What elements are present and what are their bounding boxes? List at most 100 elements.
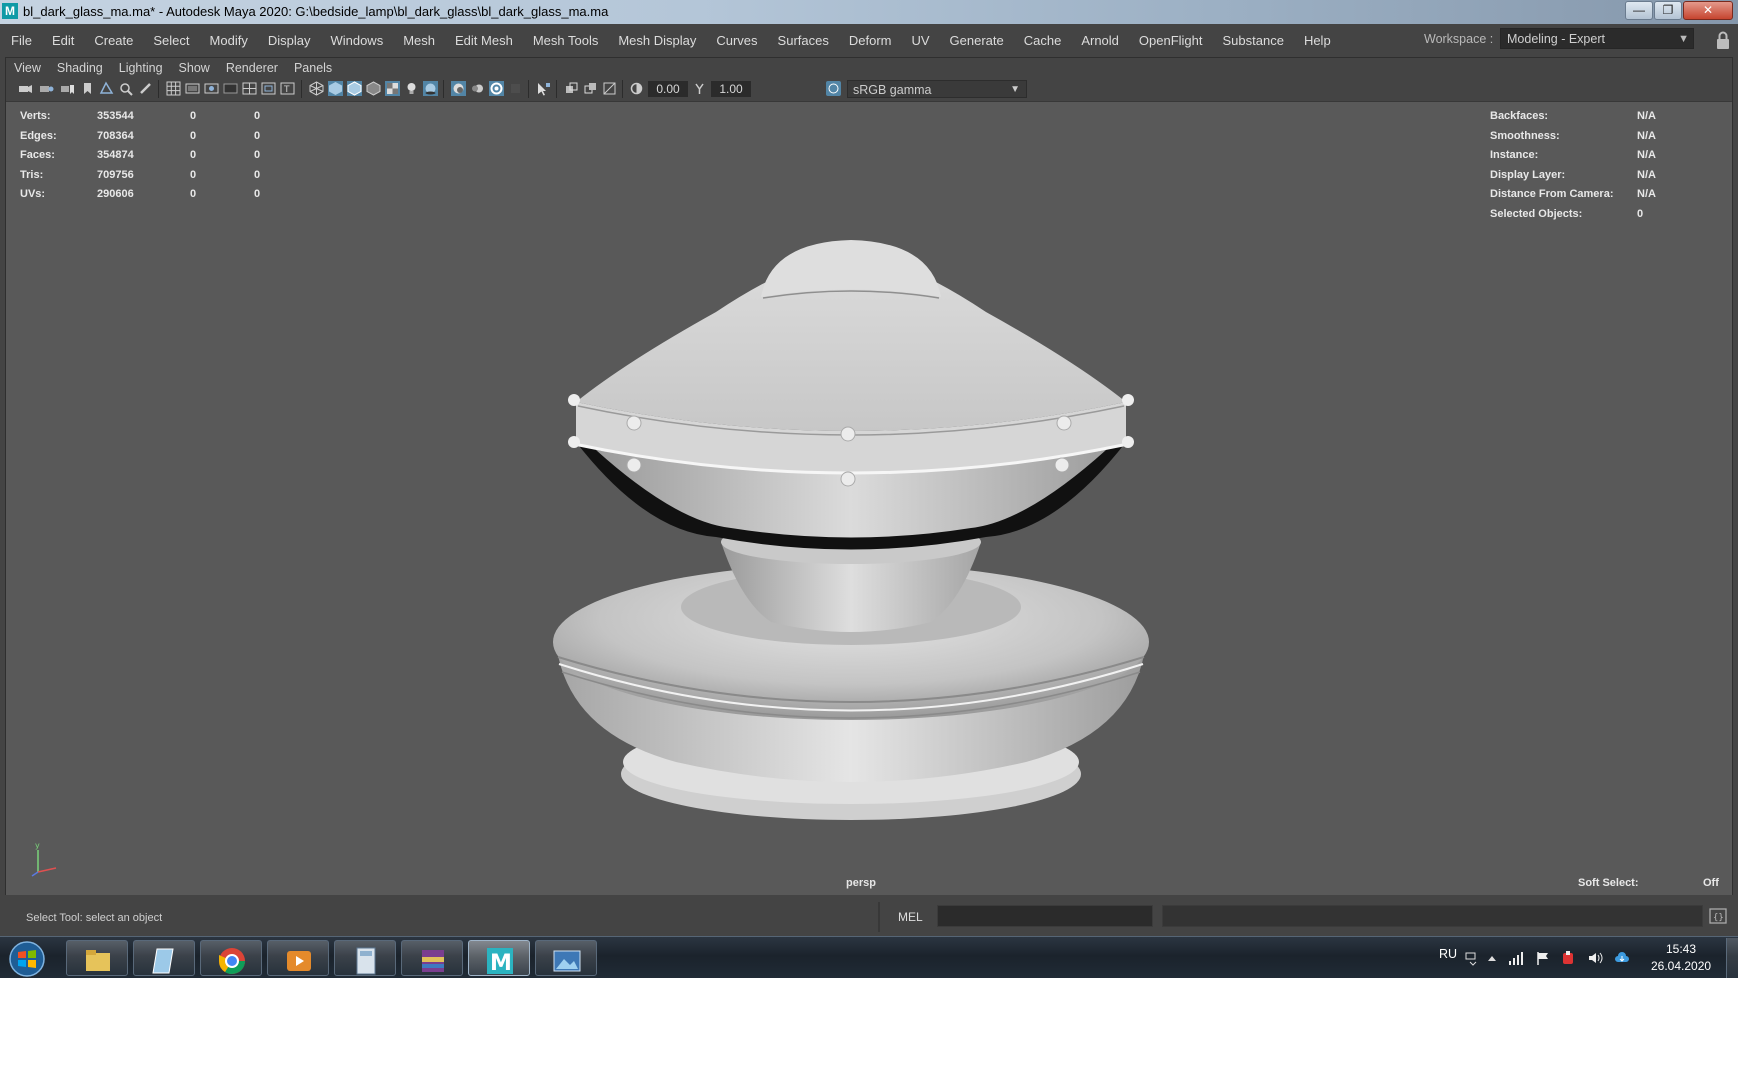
xray-joints-icon[interactable] (564, 81, 579, 96)
gamma-icon[interactable] (692, 81, 707, 96)
menu-substance[interactable]: Substance (1213, 33, 1294, 48)
bookmark-camera-icon[interactable] (60, 81, 75, 96)
backface-culling-icon[interactable] (602, 81, 617, 96)
maximize-button[interactable]: ❐ (1654, 1, 1682, 20)
isolate-select-icon[interactable] (536, 81, 551, 96)
clock-date[interactable]: 26.04.2020 (1651, 959, 1711, 973)
gamma-field[interactable]: 1.00 (711, 81, 751, 97)
color-management-icon[interactable] (826, 81, 841, 96)
command-line-input[interactable] (937, 905, 1153, 927)
menu-mesh-tools[interactable]: Mesh Tools (523, 33, 609, 48)
bookmark-icon[interactable] (80, 81, 95, 96)
taskbar-app-maya[interactable]: M (468, 940, 530, 976)
language-indicator[interactable]: RU (1439, 947, 1457, 961)
menu-edit-mesh[interactable]: Edit Mesh (445, 33, 523, 48)
taskbar-app-explorer[interactable] (66, 940, 128, 976)
exposure-field[interactable]: 0.00 (648, 81, 688, 97)
panel-menu-renderer[interactable]: Renderer (218, 61, 286, 75)
taskbar-app-calculator[interactable] (334, 940, 396, 976)
taskbar-app-winrar[interactable] (401, 940, 463, 976)
menu-deform[interactable]: Deform (839, 33, 902, 48)
camera-attributes-icon[interactable] (39, 81, 54, 96)
smooth-shade-icon[interactable] (328, 81, 343, 96)
script-editor-icon[interactable]: {} (1708, 906, 1728, 926)
menu-file[interactable]: File (0, 33, 42, 48)
workspace-dropdown[interactable]: Modeling - Expert ▼ (1500, 28, 1694, 49)
menu-uv[interactable]: UV (901, 33, 939, 48)
toolbar-separator (158, 80, 159, 98)
2d-pan-zoom-icon[interactable] (118, 81, 133, 96)
volume-icon[interactable] (1587, 950, 1603, 966)
view-transform-dropdown[interactable]: sRGB gamma ▼ (847, 80, 1027, 98)
field-chart-icon[interactable] (242, 81, 257, 96)
bar-separator (878, 902, 880, 932)
soft-select-value: Off (1703, 877, 1719, 889)
3d-viewport[interactable]: Verts: 353544 0 0 Edges: 708364 0 0 Faces: 354874… (6, 102, 1732, 895)
menu-select[interactable]: Select (143, 33, 199, 48)
panel-menu-lighting[interactable]: Lighting (111, 61, 171, 75)
clock-time[interactable]: 15:43 (1666, 942, 1696, 956)
minimize-button[interactable]: — (1625, 1, 1653, 20)
menu-cache[interactable]: Cache (1014, 33, 1072, 48)
wireframe-on-shaded-icon[interactable] (347, 81, 362, 96)
explorer-icon (86, 950, 110, 971)
menu-windows[interactable]: Windows (320, 33, 393, 48)
menu-mesh[interactable]: Mesh (393, 33, 445, 48)
show-hidden-icons-icon[interactable] (1484, 950, 1500, 966)
start-button-icon[interactable] (8, 940, 46, 978)
taskbar-app-notepad[interactable] (133, 940, 195, 976)
menu-curves[interactable]: Curves (706, 33, 767, 48)
menu-edit[interactable]: Edit (42, 33, 84, 48)
panel-menu-show[interactable]: Show (171, 61, 218, 75)
panel-menu-panels[interactable]: Panels (286, 61, 340, 75)
depth-of-field-icon[interactable] (508, 81, 523, 96)
action-center-flag-icon[interactable] (1535, 950, 1551, 966)
cloud-sync-icon[interactable] (1614, 950, 1630, 966)
menu-modify[interactable]: Modify (200, 33, 258, 48)
anti-aliasing-icon[interactable] (489, 81, 504, 96)
menu-generate[interactable]: Generate (940, 33, 1014, 48)
menu-help[interactable]: Help (1294, 33, 1341, 48)
motion-blur-icon[interactable] (470, 81, 485, 96)
show-desktop-button[interactable] (1726, 938, 1738, 978)
menu-openflight[interactable]: OpenFlight (1129, 33, 1213, 48)
safe-action-icon[interactable] (261, 81, 276, 96)
gate-mask-icon[interactable] (223, 81, 238, 96)
taskbar-app-chrome[interactable] (200, 940, 262, 976)
film-gate-icon[interactable] (185, 81, 200, 96)
antivirus-icon[interactable] (1560, 950, 1576, 966)
screen-space-ao-icon[interactable] (451, 81, 466, 96)
menu-create[interactable]: Create (84, 33, 143, 48)
mel-language-toggle[interactable]: MEL (898, 910, 923, 924)
panel-menu-view[interactable]: View (6, 61, 49, 75)
taskbar-app-media-player[interactable] (267, 940, 329, 976)
wireframe-icon[interactable] (309, 81, 324, 96)
close-button[interactable]: ✕ (1683, 1, 1733, 20)
menu-mesh-display[interactable]: Mesh Display (608, 33, 706, 48)
menu-arnold[interactable]: Arnold (1071, 33, 1129, 48)
menu-surfaces[interactable]: Surfaces (768, 33, 839, 48)
grease-pencil-icon[interactable] (138, 81, 153, 96)
exposure-icon[interactable] (629, 81, 644, 96)
textured-icon[interactable] (366, 81, 381, 96)
network-signal-icon[interactable] (1508, 950, 1524, 966)
lock-icon[interactable] (1716, 30, 1730, 50)
hud-label-label: Tris: (20, 168, 44, 181)
shadows-icon[interactable] (423, 81, 438, 96)
menu-display[interactable]: Display (258, 33, 321, 48)
image-plane-icon[interactable] (99, 81, 114, 96)
svg-text:T: T (283, 85, 290, 95)
resolution-gate-icon[interactable] (204, 81, 219, 96)
use-all-lights-icon[interactable] (404, 81, 419, 96)
camera-icon[interactable] (18, 81, 33, 96)
image-viewer-icon (553, 950, 581, 972)
xray-active-components-icon[interactable] (583, 81, 598, 96)
hud-detail-label: Distance From Camera: (1490, 188, 1614, 200)
safe-title-icon[interactable]: T (280, 81, 295, 96)
keyboard-layout-icon[interactable] (1464, 950, 1480, 966)
xray-icon[interactable] (385, 81, 400, 96)
taskbar-app-image-viewer[interactable] (535, 940, 597, 976)
grid-icon[interactable] (166, 81, 181, 96)
panel-menu-shading[interactable]: Shading (49, 61, 111, 75)
bedside-lamp-model[interactable] (526, 202, 1176, 852)
